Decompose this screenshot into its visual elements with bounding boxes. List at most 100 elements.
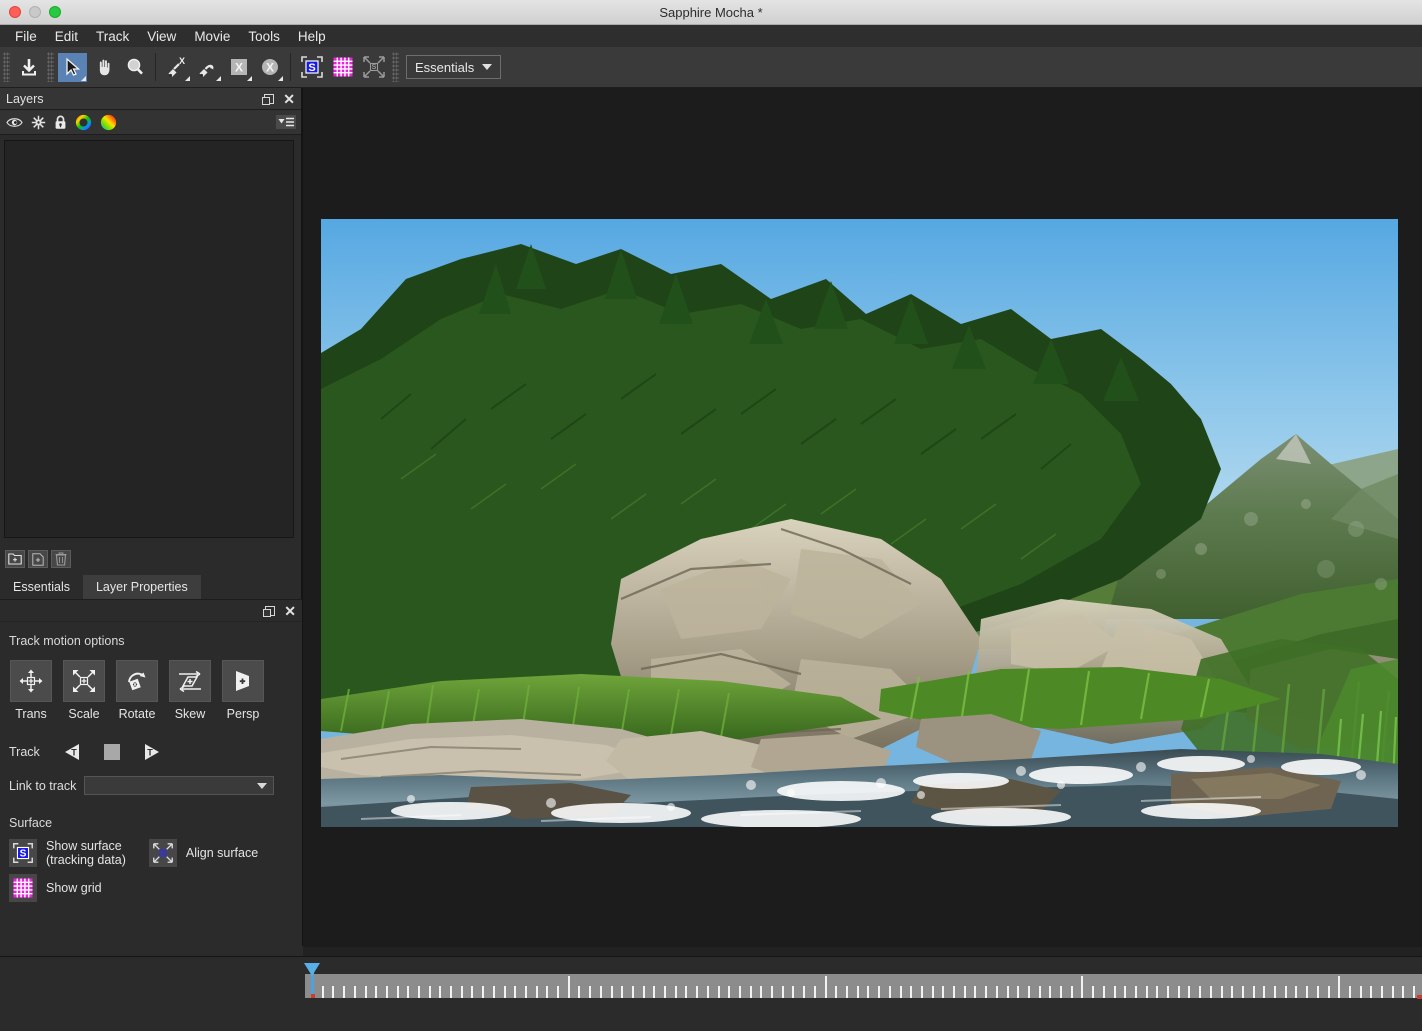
ruler-tick	[429, 986, 431, 998]
surface-row-1: S Show surface (tracking data) S Align s…	[9, 839, 302, 867]
track-motion-options-label: Track motion options	[9, 634, 125, 648]
workspace-selector[interactable]: Essentials	[406, 55, 502, 79]
motion-option-skew[interactable]: Skew	[168, 660, 212, 721]
menu-help[interactable]: Help	[289, 27, 335, 46]
toolbar-grip[interactable]	[3, 52, 10, 82]
ruler-tick	[1306, 986, 1308, 998]
tab-layer-properties[interactable]: Layer Properties	[82, 575, 201, 599]
surface-section: Surface S Show surface (tracking data) S…	[0, 814, 302, 902]
menu-movie[interactable]: Movie	[185, 27, 239, 46]
timeline-ruler-wrap[interactable]	[304, 963, 1422, 999]
link-to-track-select[interactable]	[84, 776, 275, 795]
ruler-tick	[1167, 986, 1169, 998]
bezier-edit-tool-button[interactable]: X	[255, 53, 284, 82]
import-clip-icon	[21, 59, 36, 76]
tool-flyout-indicator-3	[216, 75, 221, 81]
select-tool-icon	[65, 57, 80, 76]
close-panel-icon[interactable]: ✕	[283, 92, 295, 106]
svg-text:X: X	[265, 61, 273, 75]
motion-option-scale[interactable]: Scale	[62, 660, 106, 721]
viewport[interactable]	[303, 88, 1422, 956]
float-panel-icon[interactable]	[262, 93, 275, 105]
motion-option-label: Rotate	[118, 707, 156, 721]
mountain-stream-photo	[321, 219, 1398, 827]
show-grid-toggle[interactable]	[9, 874, 37, 902]
ruler-tick	[386, 986, 388, 998]
fill-color-icon[interactable]	[100, 114, 117, 131]
show-grid-button[interactable]	[328, 53, 357, 82]
motion-option-rotate[interactable]: Rotate	[115, 660, 159, 721]
ruler-tick	[504, 986, 506, 998]
outline-color-icon[interactable]	[75, 114, 92, 131]
menu-file[interactable]: File	[6, 27, 46, 46]
motion-blur-icon[interactable]	[31, 115, 46, 130]
float-panel-icon-2[interactable]	[263, 605, 276, 617]
close-panel-icon-2[interactable]: ✕	[284, 604, 296, 618]
ruler-tick	[900, 986, 902, 998]
track-forwards-button[interactable]: T	[136, 741, 162, 763]
track-backwards-button[interactable]: T	[62, 741, 88, 763]
timeline-playhead[interactable]	[304, 963, 320, 998]
menu-view[interactable]: View	[138, 27, 185, 46]
align-surface-icon-2: S	[152, 843, 173, 863]
align-surface-button[interactable]: S	[359, 53, 388, 82]
track-stop-button[interactable]	[99, 741, 125, 763]
menu-tools[interactable]: Tools	[239, 27, 289, 46]
menu-bar: File Edit Track View Movie Tools Help	[0, 25, 1422, 47]
show-surface-label-line2: (tracking data)	[46, 853, 126, 867]
ruler-tick	[343, 986, 345, 998]
clip-image[interactable]	[321, 219, 1398, 827]
show-surface-button[interactable]: S	[297, 53, 326, 82]
ruler-tick	[375, 986, 377, 998]
tool-flyout-indicator-2	[185, 75, 190, 81]
motion-option-trans[interactable]: Trans	[9, 660, 53, 721]
viewport-horizontal-scrollbar[interactable]	[303, 947, 1422, 956]
ruler-tick	[525, 986, 527, 998]
playhead-handle-icon[interactable]	[304, 963, 320, 976]
ruler-tick	[707, 986, 709, 998]
layers-list[interactable]	[4, 140, 294, 538]
ruler-tick	[1263, 986, 1265, 998]
svg-text:T: T	[147, 748, 153, 758]
essentials-panel-header: ✕	[0, 600, 302, 622]
ruler-tick	[1360, 986, 1362, 998]
ruler-tick	[910, 986, 912, 998]
show-surface-toggle[interactable]: S	[9, 839, 37, 867]
toolbar-grip-2[interactable]	[47, 52, 54, 82]
pan-hand-tool-button[interactable]	[89, 53, 118, 82]
timeline-ruler[interactable]	[305, 974, 1422, 998]
lock-icon[interactable]	[54, 115, 67, 130]
ruler-tick	[1178, 986, 1180, 998]
ruler-tick	[1328, 986, 1330, 998]
select-tool-button[interactable]	[58, 52, 87, 82]
add-bezier-layer-button[interactable]	[193, 53, 222, 82]
ruler-tick	[1028, 986, 1030, 998]
ruler-tick	[825, 976, 827, 998]
import-clip-button[interactable]	[14, 53, 43, 82]
ruler-tick	[322, 986, 324, 998]
toolbar-grip-3[interactable]	[392, 52, 399, 82]
tab-essentials[interactable]: Essentials	[0, 575, 83, 599]
delete-layer-button[interactable]	[51, 550, 71, 568]
motion-option-persp[interactable]: Persp	[221, 660, 265, 721]
ruler-tick	[1188, 986, 1190, 998]
visibility-eye-icon[interactable]	[6, 116, 23, 129]
ruler-tick	[1007, 986, 1009, 998]
layer-properties-panel: ✕ Track motion options Trans Scale Rotat…	[0, 600, 302, 946]
new-layer-button[interactable]	[28, 550, 48, 568]
zoom-tool-button[interactable]	[120, 53, 149, 82]
align-surface-toggle[interactable]: S	[148, 839, 177, 867]
new-group-button[interactable]	[5, 550, 25, 568]
add-xspline-layer-button[interactable]: X	[162, 53, 191, 82]
menu-edit[interactable]: Edit	[46, 27, 87, 46]
workspace-label: Essentials	[415, 59, 475, 75]
ruler-tick	[1413, 986, 1415, 998]
menu-track[interactable]: Track	[87, 27, 138, 46]
ruler-tick	[953, 986, 955, 998]
layer-options-menu-icon[interactable]	[276, 115, 296, 129]
ruler-tick	[803, 986, 805, 998]
ruler-tick	[1049, 986, 1051, 998]
xspline-edit-tool-button[interactable]: X	[224, 53, 253, 82]
link-to-track-row: Link to track	[0, 776, 302, 795]
ruler-tick	[1274, 986, 1276, 998]
